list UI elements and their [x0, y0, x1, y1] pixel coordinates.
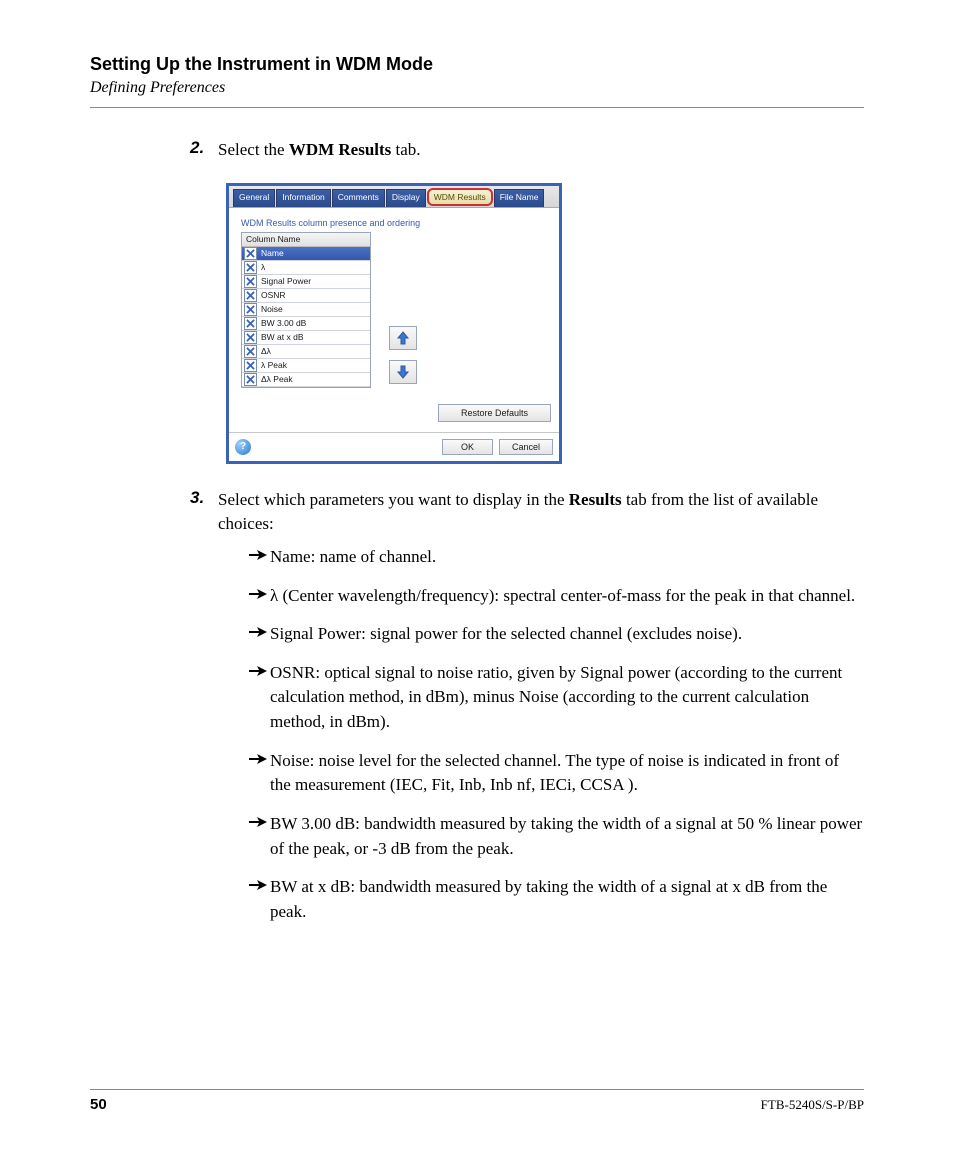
bullet-list: Name: name of channel. λ (Center wavelen… [246, 545, 864, 925]
list-item[interactable]: Δλ Peak [242, 373, 370, 387]
checkbox-icon[interactable] [244, 303, 257, 316]
checkbox-icon[interactable] [244, 359, 257, 372]
bullet-text: Noise: noise level for the selected chan… [270, 749, 864, 798]
group-column-ordering: WDM Results column presence and ordering… [235, 214, 553, 396]
step-number: 2. [190, 138, 218, 158]
help-button[interactable]: ? [235, 439, 251, 455]
arrow-down-icon [396, 365, 410, 379]
bullet-text: BW at x dB: bandwidth measured by taking… [270, 875, 864, 924]
list-item[interactable]: BW 3.00 dB [242, 317, 370, 331]
ok-button[interactable]: OK [442, 439, 493, 455]
list-item[interactable]: λ Peak [242, 359, 370, 373]
bullet-arrow-icon [246, 588, 270, 600]
bullet-arrow-icon [246, 753, 270, 765]
section-heading: Setting Up the Instrument in WDM Mode [90, 54, 864, 75]
arrow-up-icon [396, 331, 410, 345]
list-item-label: λ [259, 262, 265, 272]
step-text-post: tab. [391, 140, 420, 159]
checkbox-icon[interactable] [244, 289, 257, 302]
step-text-pre: Select the [218, 140, 289, 159]
bullet-item: Name: name of channel. [246, 545, 864, 570]
step-text-bold: WDM Results [289, 140, 391, 159]
bullet-item: Noise: noise level for the selected chan… [246, 749, 864, 798]
page-number: 50 [90, 1096, 107, 1113]
step-body: Select which parameters you want to disp… [218, 488, 864, 939]
bullet-arrow-icon [246, 626, 270, 638]
list-item-label: Δλ Peak [259, 374, 293, 384]
list-item-label: Δλ [259, 346, 271, 356]
checkbox-icon[interactable] [244, 317, 257, 330]
bullet-item: BW 3.00 dB: bandwidth measured by taking… [246, 812, 864, 861]
bullet-item: λ (Center wavelength/frequency): spectra… [246, 584, 864, 609]
list-item[interactable]: λ [242, 261, 370, 275]
checkbox-icon[interactable] [244, 345, 257, 358]
bullet-text: λ (Center wavelength/frequency): spectra… [270, 584, 855, 609]
tab-wdm-results[interactable]: WDM Results [427, 188, 493, 206]
tab-general[interactable]: General [233, 189, 275, 207]
bullet-item: BW at x dB: bandwidth measured by taking… [246, 875, 864, 924]
list-item-label: BW at x dB [259, 332, 304, 342]
bullet-text: Signal Power: signal power for the selec… [270, 622, 742, 647]
list-item[interactable]: Signal Power [242, 275, 370, 289]
bullet-arrow-icon [246, 549, 270, 561]
dialog-wdm-preferences: General Information Comments Display WDM… [226, 183, 562, 464]
list-item-label: Name [259, 248, 284, 258]
checkbox-icon[interactable] [244, 331, 257, 344]
checkbox-icon[interactable] [244, 373, 257, 386]
bullet-text: Name: name of channel. [270, 545, 436, 570]
step-text-pre: Select which parameters you want to disp… [218, 490, 569, 509]
list-item-label: Noise [259, 304, 283, 314]
bullet-item: Signal Power: signal power for the selec… [246, 622, 864, 647]
bullet-arrow-icon [246, 665, 270, 677]
bullet-arrow-icon [246, 816, 270, 828]
page-footer: 50 FTB-5240S/S-P/BP [90, 1089, 864, 1113]
bullet-item: OSNR: optical signal to noise ratio, giv… [246, 661, 864, 735]
group-title: WDM Results column presence and ordering [241, 218, 547, 228]
step-text-bold: Results [569, 490, 622, 509]
step-3: 3. Select which parameters you want to d… [190, 488, 864, 939]
footer-model: FTB-5240S/S-P/BP [761, 1097, 864, 1113]
bullet-text: OSNR: optical signal to noise ratio, giv… [270, 661, 864, 735]
restore-defaults-button[interactable]: Restore Defaults [438, 404, 551, 422]
list-item-label: OSNR [259, 290, 286, 300]
column-header: Column Name [242, 233, 370, 247]
list-item[interactable]: Noise [242, 303, 370, 317]
column-list[interactable]: Column Name Name λ Signal Power OSNR Noi… [241, 232, 371, 388]
tab-comments[interactable]: Comments [332, 189, 385, 207]
bullet-text: BW 3.00 dB: bandwidth measured by taking… [270, 812, 864, 861]
list-item-label: λ Peak [259, 360, 287, 370]
step-number: 3. [190, 488, 218, 508]
list-item-label: BW 3.00 dB [259, 318, 306, 328]
move-down-button[interactable] [389, 360, 417, 384]
tab-bar: General Information Comments Display WDM… [229, 186, 559, 208]
step-body: Select the WDM Results tab. [218, 138, 421, 163]
tab-display[interactable]: Display [386, 189, 426, 207]
list-item-label: Signal Power [259, 276, 311, 286]
tab-information[interactable]: Information [276, 189, 331, 207]
header-rule [90, 107, 864, 108]
bullet-arrow-icon [246, 879, 270, 891]
checkbox-icon[interactable] [244, 275, 257, 288]
checkbox-icon[interactable] [244, 247, 257, 260]
section-subheading: Defining Preferences [90, 79, 864, 97]
list-item[interactable]: Name [242, 247, 370, 261]
move-up-button[interactable] [389, 326, 417, 350]
step-2: 2. Select the WDM Results tab. [190, 138, 864, 163]
list-item[interactable]: Δλ [242, 345, 370, 359]
cancel-button[interactable]: Cancel [499, 439, 553, 455]
list-item[interactable]: OSNR [242, 289, 370, 303]
list-item[interactable]: BW at x dB [242, 331, 370, 345]
tab-file-name[interactable]: File Name [494, 189, 545, 207]
checkbox-icon[interactable] [244, 261, 257, 274]
